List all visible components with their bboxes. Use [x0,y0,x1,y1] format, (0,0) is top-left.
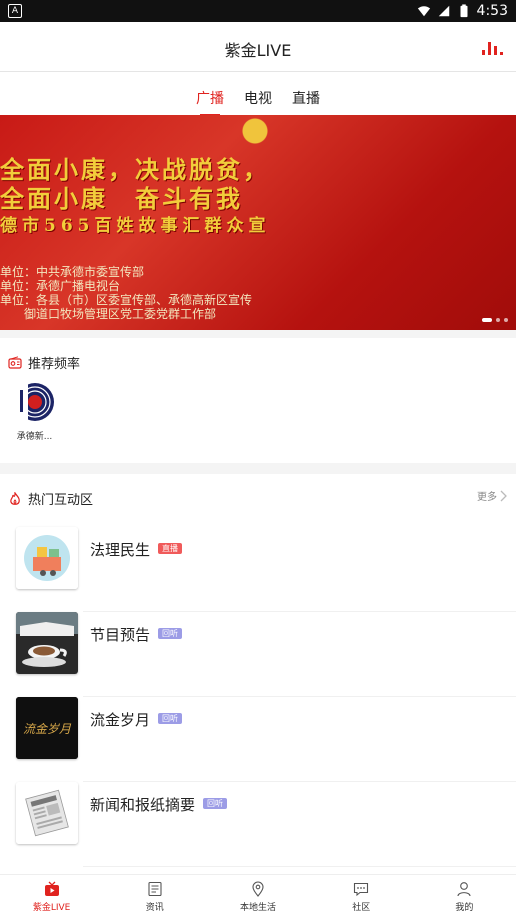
item-title: 流金岁月 回听 [90,709,183,730]
nav-label: 社区 [352,903,371,913]
banner-info-line: 单位：承德广播电视台 [0,279,121,293]
list-item[interactable]: 节目预告 回听 [0,612,516,697]
nav-zijin-live[interactable]: 紫金LIVE [0,875,103,916]
replay-badge: 回听 [203,798,228,809]
page-title: 紫金LIVE [224,41,292,60]
status-bar: A 4:53 [0,0,516,22]
nav-label: 我的 [455,903,474,913]
section-title: 推荐频率 [28,357,81,372]
newspaper-icon [16,782,78,844]
carousel-dot [496,318,500,322]
item-title: 节目预告 回听 [90,624,183,645]
tab-live[interactable]: 直播 [292,72,320,115]
list-item[interactable]: 新闻和报纸摘要 回听 [0,782,516,867]
hot-header: 热门互动区 [8,489,93,508]
more-link[interactable]: 更多 [477,488,508,503]
more-label: 更多 [477,492,497,503]
location-pin-icon [252,881,264,897]
signal-icon [438,5,449,17]
item-thumbnail [16,527,78,589]
section-title: 热门互动区 [28,493,94,508]
battery-icon [460,4,468,18]
channel-logo [14,382,55,422]
channel-label: 承德新... [16,432,53,442]
coffee-cup-icon [16,612,78,674]
radio-icon [8,355,22,369]
golden-years-cover-text: 流金岁月 [23,722,72,736]
tab-tv[interactable]: 电视 [244,72,272,115]
item-thumbnail [16,612,78,674]
app-header: 紫金LIVE [0,22,516,72]
chat-icon [354,882,369,897]
banner-headline-2: 全面小康 奋斗有我 [0,184,243,213]
nav-label: 紫金LIVE [32,903,71,913]
status-time: 4:53 [476,3,508,19]
replay-badge: 回听 [158,713,183,724]
news-icon [148,881,162,897]
item-thumbnail [16,782,78,844]
nav-community[interactable]: 社区 [310,875,413,916]
law-livelihood-icon [16,527,78,589]
nav-profile[interactable]: 我的 [413,875,516,916]
bottom-nav: 紫金LIVE 资讯 本地生活 社区 我的 [0,874,516,916]
banner-headline-3: 德市565百姓故事汇群众宣 [0,216,271,236]
carousel-indicator [482,318,508,322]
live-badge: 直播 [158,543,183,554]
banner-info-line: 单位：各县（市）区委宣传部、承德高新区宣传 [0,293,253,307]
recommended-section: 推荐频率 承德新... [0,338,516,463]
golden-years-cover-icon: 流金岁月 [16,697,78,759]
item-title-text: 节目预告 [90,626,151,644]
bar-chart-icon[interactable] [480,38,504,56]
chevron-right-icon [500,490,507,501]
carousel-dot [504,318,508,322]
replay-badge: 回听 [158,628,183,639]
divider [83,866,516,867]
nav-news[interactable]: 资讯 [103,875,206,916]
channel-item[interactable]: 承德新... [12,382,57,442]
item-title: 新闻和报纸摘要 回听 [90,794,228,815]
tv-icon [44,881,59,896]
promo-banner[interactable]: 全面小康，决战脱贫， 全面小康 奋斗有我 德市565百姓故事汇群众宣 单位：中共… [0,115,516,330]
nav-label: 本地生活 [240,903,277,913]
station-logo-icon [14,382,54,422]
flame-icon [10,491,20,505]
item-title: 法理民生 直播 [90,539,183,560]
media-tabs: 广播 电视 直播 [0,72,516,116]
recommended-header: 推荐频率 [8,353,80,372]
list-item[interactable]: 法理民生 直播 [0,527,516,612]
status-indicators: 4:53 [417,2,508,20]
nav-local-life[interactable]: 本地生活 [206,875,309,916]
item-title-text: 法理民生 [90,541,151,559]
tab-broadcast[interactable]: 广播 [196,72,224,116]
item-thumbnail: 流金岁月 [16,697,78,759]
banner-info-line: 单位：中共承德市委宣传部 [0,265,145,279]
party-emblem-icon [212,117,298,145]
item-title-text: 新闻和报纸摘要 [90,796,196,814]
nav-label: 资讯 [145,903,164,913]
list-item[interactable]: 流金岁月 流金岁月 回听 [0,697,516,782]
banner-info: 单位：中共承德市委宣传部 单位：承德广播电视台 单位：各县（市）区委宣传部、承德… [0,265,252,321]
wifi-icon [417,6,430,17]
user-icon [457,882,471,897]
item-title-text: 流金岁月 [90,711,151,729]
banner-info-line: 御道口牧场管理区党工委党群工作部 [0,307,217,321]
notification-icon: A [8,4,22,18]
carousel-dot-active [482,318,492,322]
hot-section: 热门互动区 更多 法理民生 直播 节目预告 回听 流金岁月 流金岁月 回听 新闻… [0,474,516,874]
